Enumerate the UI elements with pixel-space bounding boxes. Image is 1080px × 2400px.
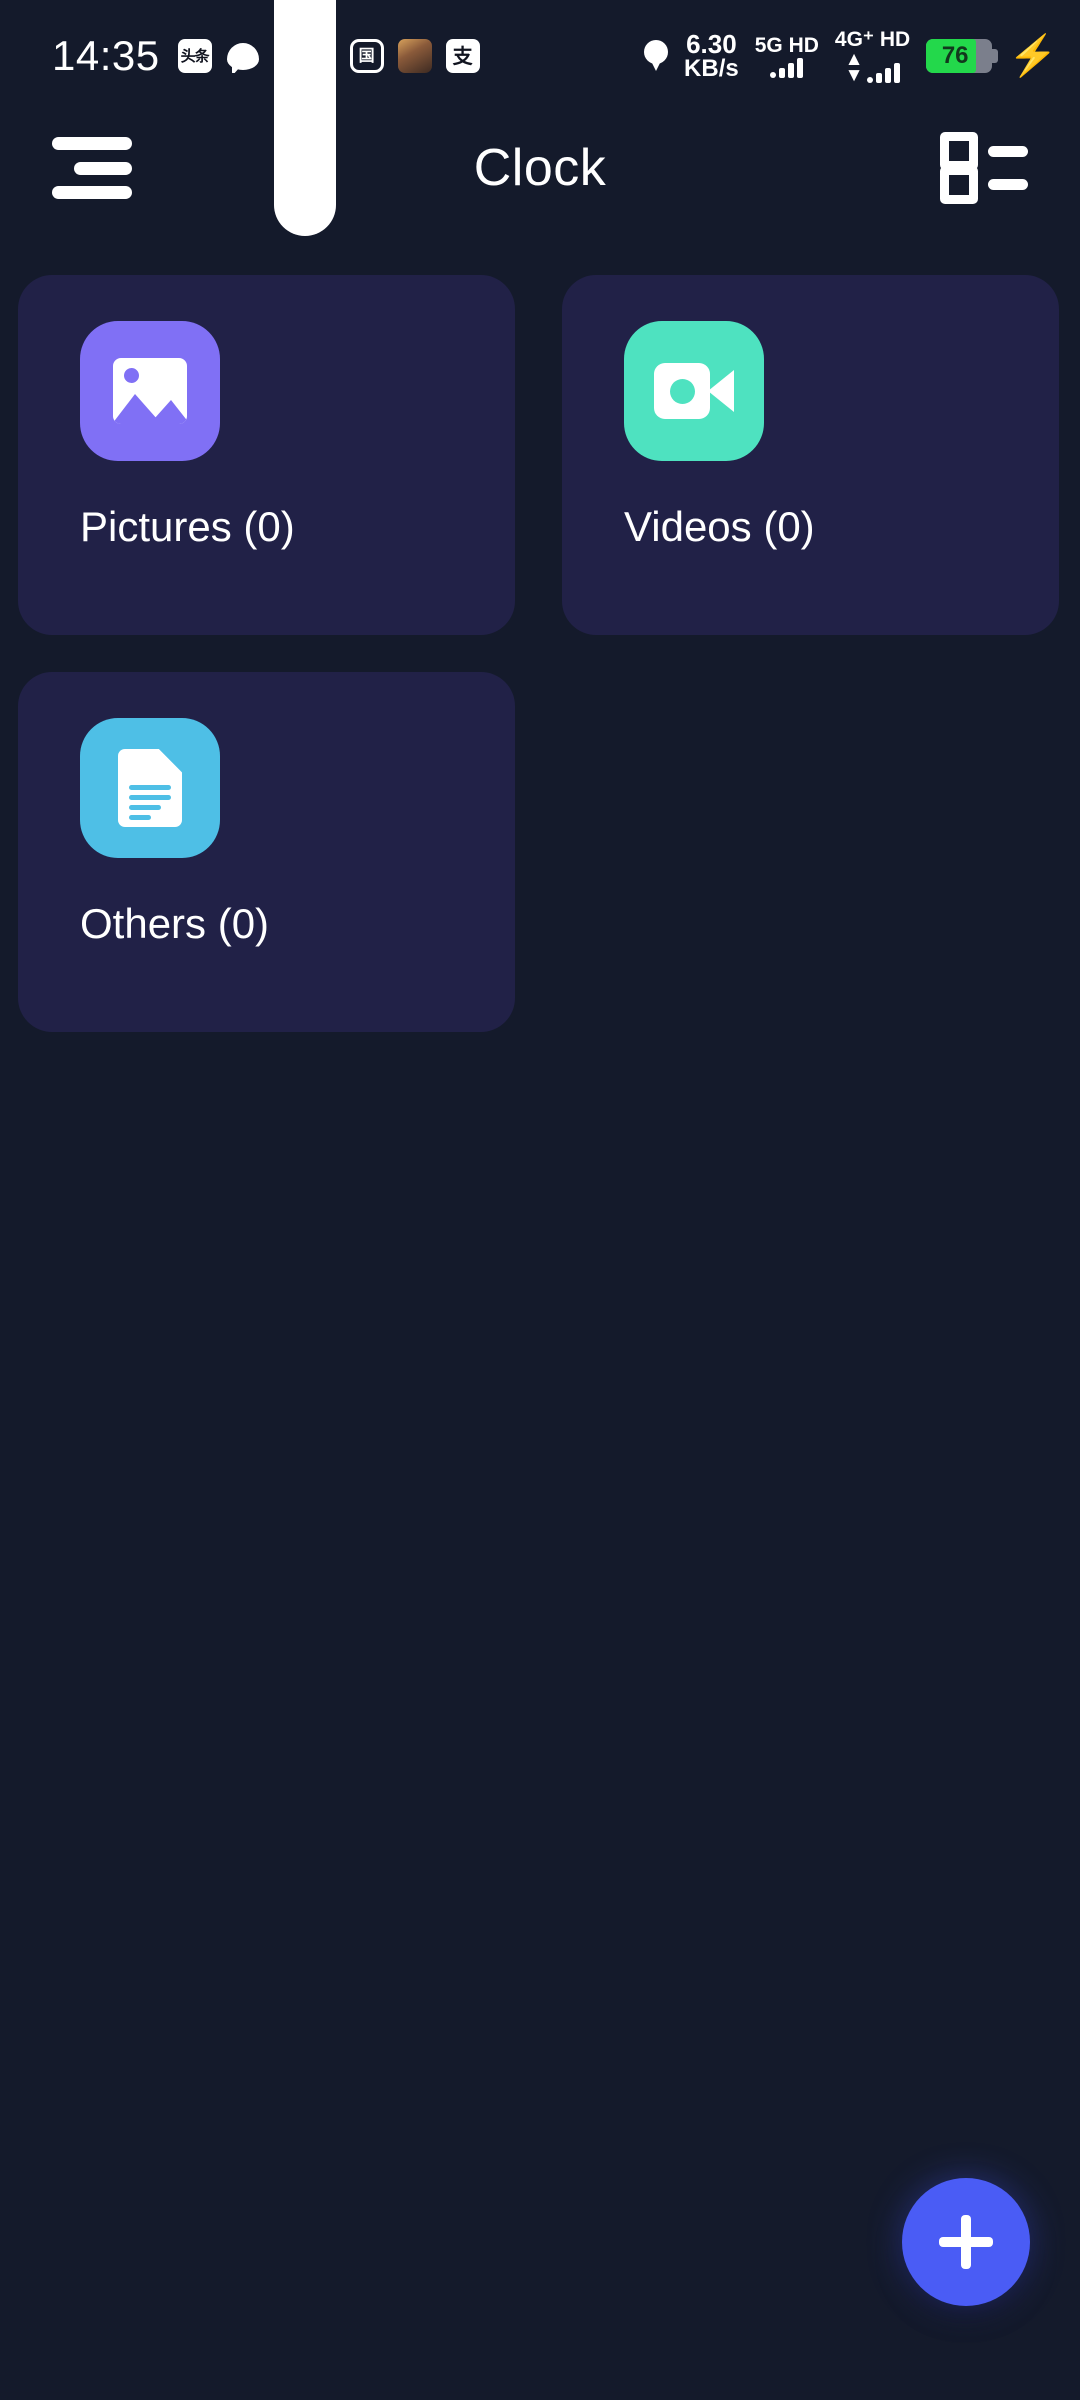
hamburger-menu-icon[interactable] [52, 137, 132, 199]
pubg-game-icon [397, 39, 432, 73]
sim1-signal-bars [770, 57, 804, 78]
toutiao-icon: 头条 [177, 39, 212, 73]
card-others-label: Others (0) [80, 900, 270, 947]
guo-circle-icon: 国 [349, 39, 384, 73]
status-bar: 14:35 头条 国 支 6.30 KB/s 5G HD 4G⁺ HD ▲▼ [0, 0, 1080, 236]
card-videos-label: Videos (0) [624, 503, 815, 550]
image-icon [80, 321, 220, 461]
data-transfer-icon: ▲ ▼ [844, 49, 864, 86]
network-speed-value: 6.30 [686, 28, 737, 59]
network-speed: 6.30 KB/s [684, 28, 739, 82]
add-button[interactable] [902, 2178, 1030, 2306]
card-others[interactable]: Others (0) [18, 672, 515, 1032]
sim1-signal: 5G HD [755, 35, 819, 78]
app-bar: Clock [0, 112, 1080, 224]
chat-bubble-icon [226, 39, 260, 73]
page-title: Clock [473, 139, 607, 197]
document-icon [80, 718, 220, 858]
status-bar-right: 6.30 KB/s 5G HD 4G⁺ HD ▲ ▼ 76 ⚡ [644, 28, 1058, 86]
sim2-signal: 4G⁺ HD ▲ ▼ [834, 28, 911, 86]
battery-indicator: 76 [926, 39, 999, 73]
plus-icon [939, 2215, 993, 2269]
lightning-bolt-icon: ⚡ [1008, 34, 1058, 78]
card-videos[interactable]: Videos (0) [562, 275, 1059, 635]
sim1-label: 5G HD [754, 33, 819, 57]
status-bar-clock: 14:35 [52, 32, 160, 79]
card-pictures-label: Pictures (0) [80, 503, 295, 550]
sim2-signal-bars [867, 62, 901, 83]
sim2-label: 4G⁺ HD [834, 28, 911, 52]
card-pictures[interactable]: Pictures (0) [18, 275, 515, 635]
battery-percent: 76 [941, 42, 969, 69]
alipay-icon: 支 [445, 39, 480, 73]
network-speed-unit: KB/s [684, 54, 739, 82]
video-camera-icon [624, 321, 764, 461]
location-pin-icon [644, 40, 669, 72]
category-grid: Pictures (0) Videos (0) Others (0) [18, 275, 1062, 1032]
list-view-icon[interactable] [940, 132, 1028, 204]
